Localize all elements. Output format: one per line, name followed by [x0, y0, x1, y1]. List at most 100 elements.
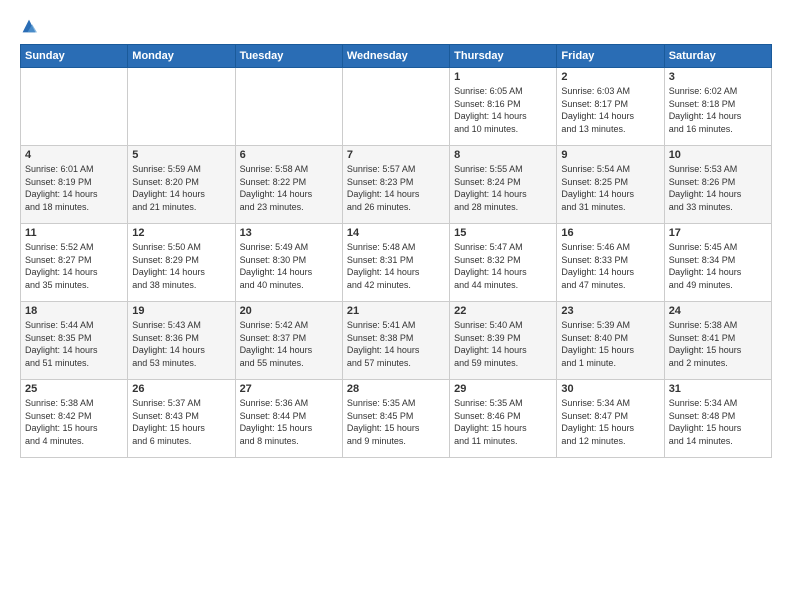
day-info: Sunrise: 5:48 AM Sunset: 8:31 PM Dayligh… [347, 241, 445, 291]
day-cell: 12 Sunrise: 5:50 AM Sunset: 8:29 PM Dayli… [128, 224, 235, 302]
day-number: 26 [132, 383, 230, 395]
day-cell: 11 Sunrise: 5:52 AM Sunset: 8:27 PM Dayli… [21, 224, 128, 302]
day-cell: 2 Sunrise: 6:03 AM Sunset: 8:17 PM Daylig… [557, 68, 664, 146]
day-info: Sunrise: 5:43 AM Sunset: 8:36 PM Dayligh… [132, 319, 230, 369]
logo-icon [21, 18, 37, 34]
day-cell: 26 Sunrise: 5:37 AM Sunset: 8:43 PM Dayli… [128, 380, 235, 458]
day-cell: 27 Sunrise: 5:36 AM Sunset: 8:44 PM Dayli… [235, 380, 342, 458]
day-cell: 17 Sunrise: 5:45 AM Sunset: 8:34 PM Dayli… [664, 224, 771, 302]
calendar-table: SundayMondayTuesdayWednesdayThursdayFrid… [20, 44, 772, 458]
day-info: Sunrise: 5:47 AM Sunset: 8:32 PM Dayligh… [454, 241, 552, 291]
day-number: 6 [240, 149, 338, 161]
day-cell: 25Sunrise: 5:38 AM Sunset: 8:42 PM Dayli… [21, 380, 128, 458]
day-info: Sunrise: 6:01 AM Sunset: 8:19 PM Dayligh… [25, 163, 123, 213]
col-header-monday: Monday [128, 45, 235, 68]
day-number: 21 [347, 305, 445, 317]
day-info: Sunrise: 5:57 AM Sunset: 8:23 PM Dayligh… [347, 163, 445, 213]
day-number: 27 [240, 383, 338, 395]
day-info: Sunrise: 5:34 AM Sunset: 8:48 PM Dayligh… [669, 397, 767, 447]
day-cell: 20 Sunrise: 5:42 AM Sunset: 8:37 PM Dayli… [235, 302, 342, 380]
page: SundayMondayTuesdayWednesdayThursdayFrid… [0, 0, 792, 612]
day-info: Sunrise: 5:37 AM Sunset: 8:43 PM Dayligh… [132, 397, 230, 447]
day-number: 17 [669, 227, 767, 239]
col-header-saturday: Saturday [664, 45, 771, 68]
day-cell: 15Sunrise: 5:47 AM Sunset: 8:32 PM Dayli… [450, 224, 557, 302]
day-info: Sunrise: 5:44 AM Sunset: 8:35 PM Dayligh… [25, 319, 123, 369]
day-number: 16 [561, 227, 659, 239]
header [20, 16, 772, 36]
week-row-5: 25Sunrise: 5:38 AM Sunset: 8:42 PM Dayli… [21, 380, 772, 458]
day-cell: 23 Sunrise: 5:39 AM Sunset: 8:40 PM Dayli… [557, 302, 664, 380]
day-cell: 13 Sunrise: 5:49 AM Sunset: 8:30 PM Dayli… [235, 224, 342, 302]
day-number: 30 [561, 383, 659, 395]
header-row: SundayMondayTuesdayWednesdayThursdayFrid… [21, 45, 772, 68]
day-info: Sunrise: 6:02 AM Sunset: 8:18 PM Dayligh… [669, 85, 767, 135]
day-cell: 1 Sunrise: 6:05 AM Sunset: 8:16 PM Daylig… [450, 68, 557, 146]
day-number: 19 [132, 305, 230, 317]
day-info: Sunrise: 5:55 AM Sunset: 8:24 PM Dayligh… [454, 163, 552, 213]
col-header-wednesday: Wednesday [342, 45, 449, 68]
day-cell: 7 Sunrise: 5:57 AM Sunset: 8:23 PM Daylig… [342, 146, 449, 224]
logo-block [20, 16, 38, 36]
day-cell: 18 Sunrise: 5:44 AM Sunset: 8:35 PM Dayli… [21, 302, 128, 380]
day-number: 24 [669, 305, 767, 317]
week-row-1: 1 Sunrise: 6:05 AM Sunset: 8:16 PM Daylig… [21, 68, 772, 146]
day-info: Sunrise: 5:41 AM Sunset: 8:38 PM Dayligh… [347, 319, 445, 369]
day-info: Sunrise: 5:35 AM Sunset: 8:46 PM Dayligh… [454, 397, 552, 447]
day-number: 5 [132, 149, 230, 161]
day-cell [21, 68, 128, 146]
day-number: 23 [561, 305, 659, 317]
day-number: 20 [240, 305, 338, 317]
col-header-friday: Friday [557, 45, 664, 68]
day-cell: 21 Sunrise: 5:41 AM Sunset: 8:38 PM Dayli… [342, 302, 449, 380]
day-number: 7 [347, 149, 445, 161]
day-cell: 19 Sunrise: 5:43 AM Sunset: 8:36 PM Dayli… [128, 302, 235, 380]
day-number: 8 [454, 149, 552, 161]
day-info: Sunrise: 5:49 AM Sunset: 8:30 PM Dayligh… [240, 241, 338, 291]
day-info: Sunrise: 5:58 AM Sunset: 8:22 PM Dayligh… [240, 163, 338, 213]
day-cell: 22Sunrise: 5:40 AM Sunset: 8:39 PM Dayli… [450, 302, 557, 380]
week-row-4: 18 Sunrise: 5:44 AM Sunset: 8:35 PM Dayli… [21, 302, 772, 380]
week-row-2: 4 Sunrise: 6:01 AM Sunset: 8:19 PM Daylig… [21, 146, 772, 224]
day-number: 2 [561, 71, 659, 83]
day-info: Sunrise: 5:36 AM Sunset: 8:44 PM Dayligh… [240, 397, 338, 447]
day-info: Sunrise: 6:03 AM Sunset: 8:17 PM Dayligh… [561, 85, 659, 135]
day-number: 4 [25, 149, 123, 161]
day-number: 22 [454, 305, 552, 317]
col-header-sunday: Sunday [21, 45, 128, 68]
day-info: Sunrise: 5:38 AM Sunset: 8:41 PM Dayligh… [669, 319, 767, 369]
day-cell: 6 Sunrise: 5:58 AM Sunset: 8:22 PM Daylig… [235, 146, 342, 224]
day-cell: 30Sunrise: 5:34 AM Sunset: 8:47 PM Dayli… [557, 380, 664, 458]
day-info: Sunrise: 5:53 AM Sunset: 8:26 PM Dayligh… [669, 163, 767, 213]
day-cell [235, 68, 342, 146]
day-info: Sunrise: 5:35 AM Sunset: 8:45 PM Dayligh… [347, 397, 445, 447]
day-info: Sunrise: 5:39 AM Sunset: 8:40 PM Dayligh… [561, 319, 659, 369]
week-row-3: 11 Sunrise: 5:52 AM Sunset: 8:27 PM Dayli… [21, 224, 772, 302]
day-cell: 5 Sunrise: 5:59 AM Sunset: 8:20 PM Daylig… [128, 146, 235, 224]
day-info: Sunrise: 5:42 AM Sunset: 8:37 PM Dayligh… [240, 319, 338, 369]
day-number: 14 [347, 227, 445, 239]
day-info: Sunrise: 5:50 AM Sunset: 8:29 PM Dayligh… [132, 241, 230, 291]
day-cell: 8 Sunrise: 5:55 AM Sunset: 8:24 PM Daylig… [450, 146, 557, 224]
day-number: 12 [132, 227, 230, 239]
day-number: 13 [240, 227, 338, 239]
day-number: 31 [669, 383, 767, 395]
day-number: 11 [25, 227, 123, 239]
day-number: 1 [454, 71, 552, 83]
day-info: Sunrise: 5:52 AM Sunset: 8:27 PM Dayligh… [25, 241, 123, 291]
day-cell: 10 Sunrise: 5:53 AM Sunset: 8:26 PM Dayli… [664, 146, 771, 224]
day-info: Sunrise: 5:59 AM Sunset: 8:20 PM Dayligh… [132, 163, 230, 213]
day-number: 18 [25, 305, 123, 317]
col-header-thursday: Thursday [450, 45, 557, 68]
day-number: 9 [561, 149, 659, 161]
day-number: 10 [669, 149, 767, 161]
day-cell: 28 Sunrise: 5:35 AM Sunset: 8:45 PM Dayli… [342, 380, 449, 458]
day-info: Sunrise: 5:46 AM Sunset: 8:33 PM Dayligh… [561, 241, 659, 291]
day-number: 29 [454, 383, 552, 395]
logo [20, 16, 38, 36]
day-cell: 4 Sunrise: 6:01 AM Sunset: 8:19 PM Daylig… [21, 146, 128, 224]
day-cell: 31 Sunrise: 5:34 AM Sunset: 8:48 PM Dayli… [664, 380, 771, 458]
day-info: Sunrise: 6:05 AM Sunset: 8:16 PM Dayligh… [454, 85, 552, 135]
day-info: Sunrise: 5:45 AM Sunset: 8:34 PM Dayligh… [669, 241, 767, 291]
day-number: 28 [347, 383, 445, 395]
